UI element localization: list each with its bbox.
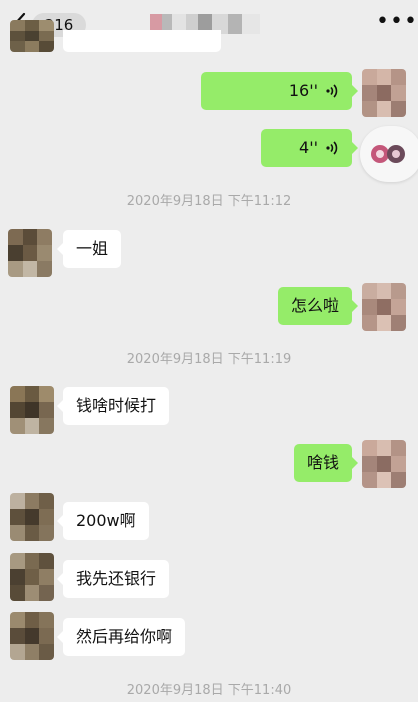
- sticker-image-icon: [371, 145, 405, 163]
- sticker-emoji-icon[interactable]: [360, 126, 418, 182]
- partial-message-bubble[interactable]: [63, 30, 221, 52]
- voice-message-bubble[interactable]: 4'': [261, 129, 358, 167]
- avatar[interactable]: [10, 612, 54, 660]
- avatar[interactable]: [362, 440, 406, 488]
- avatar[interactable]: [10, 553, 54, 601]
- message-bubble[interactable]: 然后再给你啊: [56, 618, 186, 656]
- more-icon[interactable]: •••: [376, 11, 417, 36]
- avatar[interactable]: [10, 20, 54, 52]
- timestamp: 2020年9月18日 下午11:40: [126, 683, 292, 698]
- avatar[interactable]: [10, 386, 54, 434]
- avatar[interactable]: [362, 283, 406, 331]
- timestamp: 2020年9月18日 下午11:19: [126, 352, 292, 367]
- avatar[interactable]: [362, 69, 406, 117]
- message-bubble[interactable]: 啥钱: [294, 444, 359, 482]
- voice-duration: 16'': [288, 81, 318, 100]
- message-bubble[interactable]: 钱啥时候打: [56, 387, 170, 425]
- voice-duration: 4'': [299, 138, 318, 157]
- avatar[interactable]: [10, 493, 54, 541]
- voice-wave-icon: [326, 84, 338, 98]
- timestamp: 2020年9月18日 下午11:12: [126, 194, 292, 209]
- avatar[interactable]: [8, 229, 52, 277]
- voice-wave-icon: [326, 141, 338, 155]
- message-bubble[interactable]: 我先还银行: [56, 560, 170, 598]
- message-bubble[interactable]: 怎么啦: [278, 287, 359, 325]
- message-bubble[interactable]: 200w啊: [57, 502, 149, 540]
- voice-message-bubble[interactable]: 16'': [201, 72, 358, 110]
- message-bubble[interactable]: 一姐: [56, 230, 122, 268]
